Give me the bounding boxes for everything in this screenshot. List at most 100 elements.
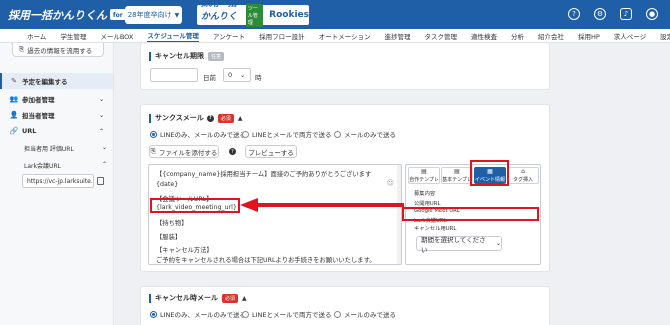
radio-line-or-mail[interactable]: LINEのみ、メールのみで送る [150, 309, 246, 319]
radio-selected[interactable] [150, 310, 157, 318]
button-label: ファイルを添付する [158, 148, 218, 157]
sidebar-sub-lark-url[interactable]: Lark会議URL ⌃ [24, 161, 107, 170]
tab-label: タグ挿入 [512, 177, 533, 183]
chevron-down-icon: ⌄ [495, 240, 501, 247]
editor-scrollbar[interactable] [397, 165, 401, 264]
document-icon: ▤ [454, 168, 460, 175]
section-title-text: キャンセル期限 [155, 52, 204, 60]
notification-bell-icon[interactable]: ♪ [620, 8, 632, 20]
sidebar-sub-label: 担当者用 評価URL [24, 146, 74, 153]
nav-item[interactable]: 設定 [660, 31, 670, 41]
chevron-down-icon: ⌄ [98, 95, 104, 103]
sidebar-item-label: 参加者管理 [22, 96, 55, 104]
chevron-up-icon: ⌃ [98, 127, 104, 135]
edit-icon: ✎ [11, 77, 17, 85]
period-select-value: 期間を選択してください [421, 235, 486, 254]
main-nav: ホーム 学生管理 メールBOX スケジュール管理 アンケート 採用フロー設計 オートメーショ… [0, 29, 670, 43]
option-cancel-url[interactable]: キャンセル用URL [414, 224, 456, 232]
period-select[interactable]: 期間を選択してください ⌄ [416, 235, 502, 254]
tag-icon: ⌂ [521, 168, 525, 175]
sidebar-item-staff[interactable]: 👤 担当者管理 ⌄ [10, 110, 110, 120]
radio-unselected[interactable] [334, 310, 341, 318]
emoji-icon[interactable]: ☺ [387, 179, 394, 187]
radio-selected[interactable] [150, 130, 157, 138]
option-public-url[interactable]: 公開用URL [414, 199, 440, 207]
users-icon: 👥 [9, 95, 19, 103]
tab-basic-template[interactable]: ▤ 基本テンプレ [441, 167, 473, 184]
sidebar-item-label: URL [22, 127, 37, 135]
collapse-triangle-icon[interactable]: ▲ [242, 295, 247, 302]
preview-button[interactable]: プレビューする [245, 145, 297, 158]
sidebar-item-edit-plan[interactable]: ✎ 予定を編集する [10, 76, 110, 86]
settings-icon[interactable]: ⚙ [594, 8, 606, 20]
editor-line: 【持ち物】 [156, 220, 188, 227]
chevron-down-icon: ⌄ [98, 111, 104, 119]
nav-item[interactable]: ホーム [27, 31, 46, 41]
cancel-mail-card: キャンセル時メール 必須 ▲ LINEのみ、メールのみで送る LINEとメールで… [140, 286, 550, 325]
radio-unselected[interactable] [242, 130, 249, 138]
cancel-deadline-title: キャンセル期限 任意 [149, 51, 225, 61]
copy-history-icon: ⎘ [19, 45, 25, 53]
year-select[interactable]: 28年度卒向け ▼ [125, 6, 182, 24]
radio-line-and-mail[interactable]: LINEとメールで両方で送る [242, 129, 332, 139]
collapse-triangle-icon[interactable]: ▲ [238, 115, 243, 122]
button-label: プレビューする [248, 148, 294, 157]
nav-item[interactable]: 分析 [511, 31, 524, 41]
tab-insert-tag[interactable]: ⌂ タグ挿入 [507, 167, 539, 184]
radio-mail-only[interactable]: メールのみで送る [334, 129, 396, 139]
attach-file-button[interactable]: ⎘ ファイルを添付する [149, 145, 219, 158]
sidebar-item-label: 予定を編集する [22, 78, 68, 86]
radio-label: LINEのみ、メールのみで送る [160, 131, 247, 139]
product-switch-logo[interactable]: 採用一括かんりくん ツール管理 Rookies [197, 0, 309, 35]
radio-line-and-mail[interactable]: LINEとメールで両方で送る [242, 309, 332, 319]
nav-item[interactable]: 適性検査 [471, 31, 497, 41]
nav-item[interactable]: スケジュール管理 [147, 30, 199, 42]
required-badge: 必須 [217, 113, 234, 123]
sidebar-item-url[interactable]: 🔗 URL ⌃ [10, 127, 110, 135]
tab-custom-template[interactable]: ▤ 自作テンプレ [408, 167, 440, 184]
past-info-button[interactable]: ⎘ 過去の情報を流用する [12, 43, 104, 57]
annotation-arrow-line [257, 203, 404, 207]
nav-item[interactable]: 紹介会社 [538, 31, 564, 41]
sidebar-sub-label: Lark会議URL [24, 163, 61, 170]
person-icon: 👤 [9, 111, 19, 119]
sidebar-item-label: 担当者管理 [22, 112, 55, 120]
nav-item[interactable]: 求人ページ [614, 31, 646, 41]
radio-mail-only[interactable]: メールのみで送る [334, 309, 396, 319]
nav-item[interactable]: 進捗管理 [384, 31, 410, 41]
tab-label: 自作テンプレ [409, 177, 439, 183]
nav-item[interactable]: 採用HP [578, 31, 600, 41]
chevron-down-icon: ⌄ [240, 71, 246, 79]
document-icon: ▤ [421, 168, 427, 175]
user-avatar-icon[interactable]: ● [646, 8, 658, 20]
sidebar: ⎘ 過去の情報を流用する ✎ 予定を編集する 👥 参加者管理 ⌄ 👤 担当者管理… [0, 43, 114, 325]
optional-badge: 任意 [208, 51, 225, 61]
nav-item[interactable]: メールBOX [100, 31, 133, 41]
highlight-box-event-tab [470, 160, 509, 186]
copy-icon[interactable] [97, 177, 104, 185]
option-recruit-content[interactable]: 募集内容 [414, 189, 435, 197]
lark-url-field[interactable]: https://vc-jp.larksuite.co [22, 174, 94, 188]
editor-line: ご予約をキャンセルされる場合は下記URLよりお手続きをお願いいたします。 [156, 257, 376, 264]
nav-item[interactable]: オートメーション [319, 31, 371, 41]
cancel-days-input[interactable] [150, 68, 198, 82]
cancel-deadline-card: キャンセル期限 任意 日前 0 ⌄ 時 [140, 43, 550, 90]
radio-line-or-mail[interactable]: LINEのみ、メールのみで送る [150, 129, 246, 139]
help-icon[interactable]: ? [568, 8, 580, 20]
app-logo[interactable]: 採用一括かんりくん for 新卒 [8, 7, 140, 23]
nav-item[interactable]: タスク管理 [424, 31, 457, 41]
help-icon[interactable]: ? [206, 114, 214, 122]
nav-item[interactable]: 学生管理 [60, 31, 86, 41]
radio-unselected[interactable] [334, 130, 341, 138]
mail-body-editor[interactable]: 【{company_name}採用担当チーム】面接のご予約ありがとうございます … [148, 164, 402, 265]
nav-item[interactable]: 採用フロー設計 [259, 31, 305, 41]
year-select-value: 28年度卒向け [127, 11, 172, 19]
radio-unselected[interactable] [242, 310, 249, 318]
cancel-hour-select[interactable]: 0 ⌄ [223, 68, 251, 82]
help-icon[interactable]: ? [229, 148, 236, 155]
sidebar-item-participants[interactable]: 👥 参加者管理 ⌄ [10, 94, 110, 104]
nav-item[interactable]: アンケート [213, 31, 245, 41]
top-header: 採用一括かんりくん for 新卒 28年度卒向け ▼ 採用一括かんりくん ツール… [0, 0, 670, 35]
sidebar-sub-staff-eval-url[interactable]: 担当者用 評価URL ⌄ [24, 144, 107, 153]
radio-label: メールのみで送る [344, 311, 396, 319]
